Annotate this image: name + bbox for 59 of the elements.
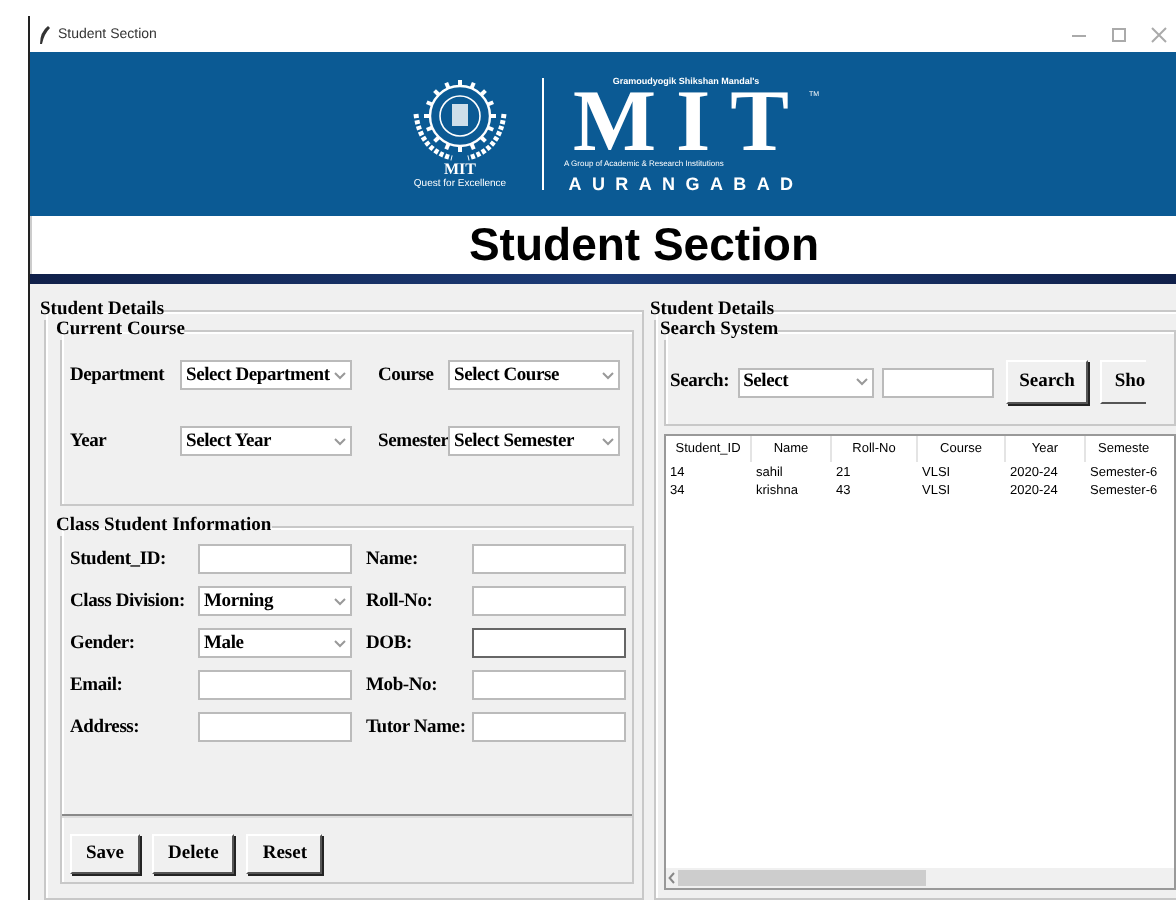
field-label: Department [70, 365, 165, 385]
dropdown[interactable]: Select Course [448, 360, 620, 390]
show-button[interactable]: Sho [1100, 360, 1146, 404]
field-label: Gender: [70, 633, 137, 653]
frame-title: Class Student Information [56, 516, 272, 536]
maximize-icon[interactable] [1110, 25, 1128, 43]
horizontal-scrollbar[interactable] [666, 868, 1174, 888]
chevron-icon [334, 437, 346, 445]
field-label: Semester [378, 431, 449, 451]
input-field[interactable] [472, 712, 626, 742]
frame-title: Student Details [40, 300, 165, 320]
field-label: Year [70, 431, 107, 451]
search-label: Search: [670, 372, 730, 392]
scrollbar-thumb[interactable] [678, 870, 926, 886]
chevron-icon [602, 437, 614, 445]
chevron-icon [855, 378, 868, 386]
chevron-icon [334, 597, 346, 605]
field-label: Mob-No: [366, 675, 440, 695]
dropdown[interactable]: Select [737, 367, 874, 397]
dropdown[interactable]: Select Semester [448, 426, 620, 456]
input-field[interactable] [472, 586, 626, 616]
field-label: Email: [70, 675, 125, 695]
emblem-caption: MIT [444, 162, 476, 178]
input-field[interactable] [472, 670, 626, 700]
page-heading: Student Section [468, 218, 820, 272]
field-label: Class Division: [70, 591, 187, 611]
feather-icon [38, 25, 50, 43]
search-button[interactable]: Search [1005, 360, 1089, 404]
close-icon[interactable] [1150, 25, 1168, 43]
dropdown[interactable]: Male [198, 628, 352, 658]
city-name: AURANGABAD [568, 173, 804, 193]
frame-title: Student Details [650, 300, 775, 320]
input-field[interactable] [198, 544, 352, 574]
input-field[interactable] [881, 367, 994, 397]
scroll-left-icon[interactable] [668, 872, 676, 884]
field-label: Address: [70, 717, 142, 737]
dropdown[interactable]: Select Department [180, 360, 352, 390]
form-button[interactable]: Save [70, 834, 140, 874]
dropdown[interactable]: Morning [198, 586, 352, 616]
chevron-icon [334, 371, 346, 379]
input-field[interactable] [198, 670, 352, 700]
field-label: Student_ID: [70, 549, 168, 569]
input-field[interactable] [472, 628, 626, 658]
form-button[interactable]: Reset [246, 834, 323, 874]
frame-title: Current Course [56, 320, 185, 340]
field-label: DOB: [366, 633, 414, 653]
field-label: Name: [366, 549, 420, 569]
frame-title: Search System [660, 320, 779, 340]
form-button[interactable]: Delete [152, 834, 235, 874]
logo-text: MIT [572, 85, 809, 157]
input-field[interactable] [198, 712, 352, 742]
input-field[interactable] [472, 544, 626, 574]
field-label: Roll-No: [366, 591, 435, 611]
chevron-icon [334, 639, 346, 647]
dropdown[interactable]: Select Year [180, 426, 352, 456]
field-label: Tutor Name: [366, 717, 468, 737]
emblem-drawing [408, 78, 512, 162]
field-label: Course [378, 365, 434, 385]
chevron-icon [602, 371, 614, 379]
